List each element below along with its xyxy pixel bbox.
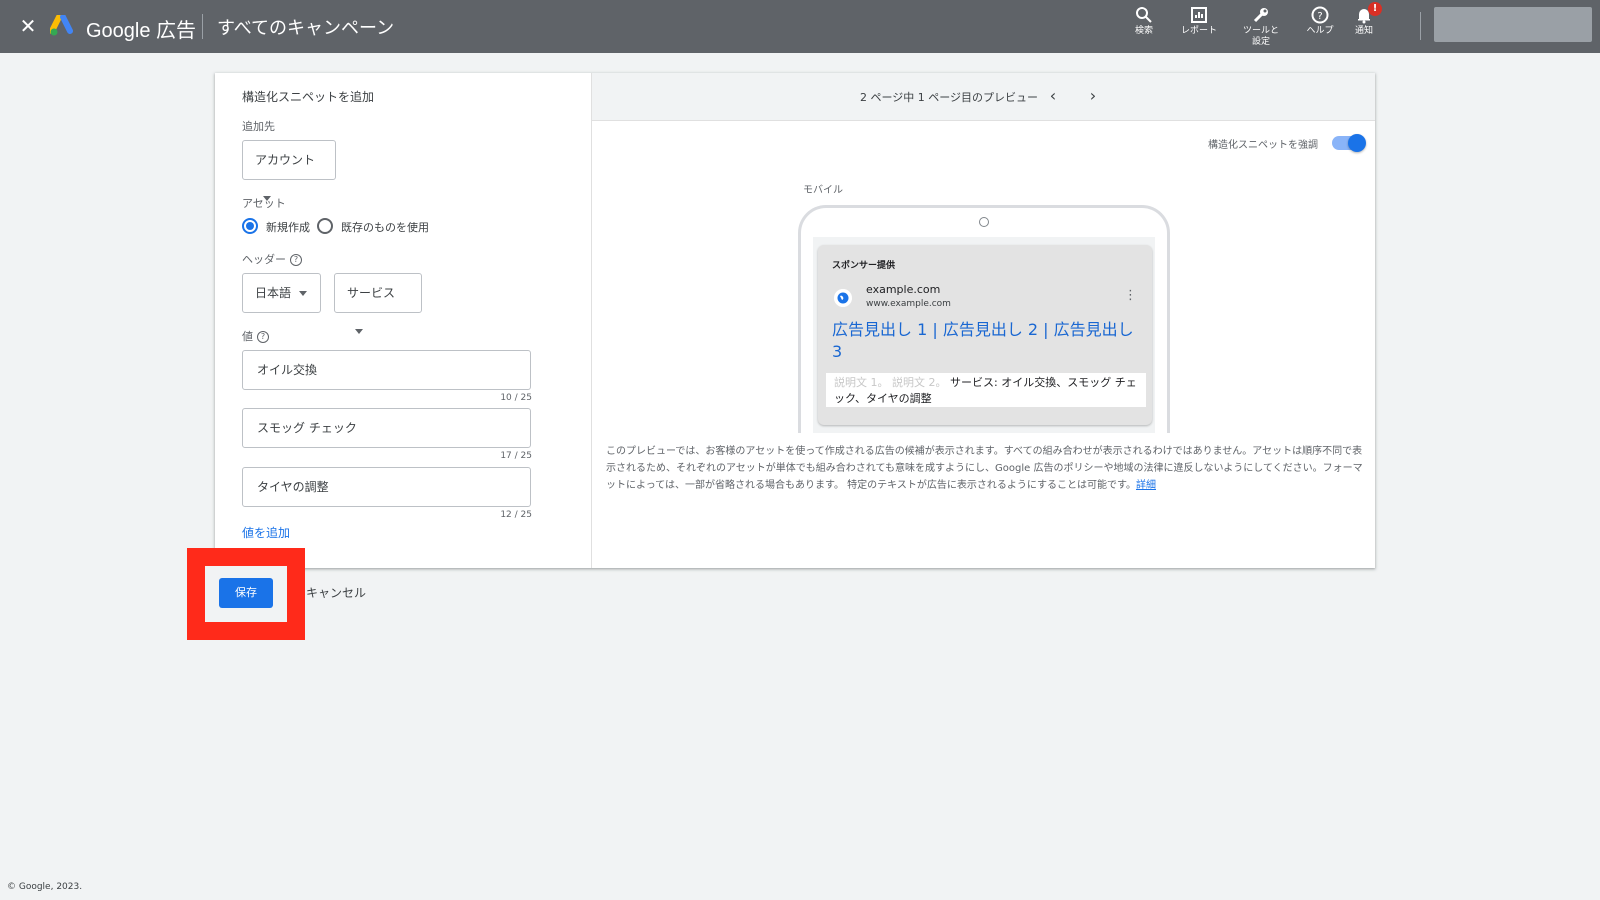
report-tool-button[interactable]: レポート bbox=[1170, 6, 1228, 50]
wrench-icon bbox=[1253, 8, 1268, 23]
value-input-3[interactable]: タイヤの調整 bbox=[242, 467, 531, 507]
radio-existing-label[interactable]: 既存のものを使用 bbox=[341, 219, 429, 235]
globe-icon bbox=[834, 289, 852, 307]
svg-text:?: ? bbox=[1317, 11, 1322, 22]
char-counter: 12 / 25 bbox=[500, 510, 532, 520]
save-button[interactable]: 保存 bbox=[219, 578, 273, 608]
value-input-1[interactable]: オイル交換 bbox=[242, 350, 531, 390]
emphasize-label: 構造化スニペットを強調 bbox=[1208, 140, 1318, 151]
snippet-form: 構造化スニペットを追加 追加先 アカウント アセット 新規作成 既存のものを使用… bbox=[215, 73, 592, 568]
add-to-label: 追加先 bbox=[242, 120, 275, 133]
close-icon[interactable]: ✕ bbox=[16, 14, 40, 38]
chevron-left-icon[interactable]: ‹ bbox=[1042, 85, 1064, 107]
header-label-row: ヘッダー? bbox=[242, 251, 302, 267]
breadcrumb[interactable]: すべてのキャンペーン bbox=[217, 14, 394, 40]
cancel-button[interactable]: キャンセル bbox=[306, 584, 366, 601]
camera-icon bbox=[979, 217, 989, 227]
notification-badge: ! bbox=[1368, 2, 1382, 16]
tool-label: 通知 bbox=[1354, 26, 1373, 36]
form-title: 構造化スニペットを追加 bbox=[242, 90, 375, 104]
caret-down-icon bbox=[299, 291, 308, 296]
phone-screen: スポンサー提供 example.com www.example.com ⋮ 広告… bbox=[813, 237, 1155, 433]
tool-label: 検索 bbox=[1134, 26, 1153, 36]
google-ads-logo bbox=[50, 15, 73, 36]
values-label: 値 bbox=[242, 330, 253, 343]
char-counter: 17 / 25 bbox=[500, 451, 532, 461]
brand-title[interactable]: Google 広告 bbox=[86, 14, 196, 43]
page-info: 2 ページ中 1 ページ目のプレビュー bbox=[860, 91, 1039, 104]
learn-more-link[interactable]: 詳細 bbox=[1136, 480, 1156, 491]
notifications-button[interactable]: ! 通知 bbox=[1335, 2, 1393, 50]
caret-down-icon bbox=[355, 329, 363, 334]
description-placeholder: 説明文 1。 説明文 2。 bbox=[834, 376, 947, 389]
values-label-row: 値? bbox=[242, 328, 269, 344]
ad-description: 説明文 1。 説明文 2。 サービス: オイル交換、スモッグ チェック、タイヤの… bbox=[826, 373, 1146, 407]
help-icon: ? bbox=[1311, 6, 1329, 24]
radio-existing[interactable] bbox=[317, 218, 333, 234]
char-counter: 10 / 25 bbox=[500, 393, 532, 403]
chevron-right-icon[interactable]: › bbox=[1082, 85, 1104, 107]
ad-preview: スポンサー提供 example.com www.example.com ⋮ 広告… bbox=[818, 245, 1152, 425]
language-dropdown[interactable]: 日本語 bbox=[242, 273, 321, 313]
tools-settings-button[interactable]: ツールと 設定 bbox=[1232, 6, 1290, 50]
preview-header: 2 ページ中 1 ページ目のプレビュー ‹ › bbox=[592, 73, 1375, 121]
copyright: © Google, 2023. bbox=[7, 882, 83, 892]
tool-label: レポート bbox=[1180, 26, 1217, 36]
add-to-value: アカウント bbox=[255, 153, 316, 167]
radio-new-label[interactable]: 新規作成 bbox=[266, 219, 310, 235]
value-input-2[interactable]: スモッグ チェック bbox=[242, 408, 531, 448]
ad-domain: example.com bbox=[866, 283, 941, 296]
language-value: 日本語 bbox=[255, 286, 292, 300]
top-bar: ✕ Google 広告 すべてのキャンペーン 検索 レポート ツールと 設定 ?… bbox=[0, 0, 1600, 53]
sponsored-label: スポンサー提供 bbox=[832, 261, 896, 271]
divider bbox=[1420, 12, 1421, 40]
more-vert-icon[interactable]: ⋮ bbox=[1124, 289, 1137, 303]
disclaimer-text: このプレビューでは、お客様のアセットを使って作成される広告の候補が表示されます。… bbox=[606, 446, 1363, 491]
preview-panel: 2 ページ中 1 ページ目のプレビュー ‹ › 構造化スニペットを強調 モバイル… bbox=[592, 73, 1375, 568]
add-value-link[interactable]: 値を追加 bbox=[242, 524, 290, 541]
radio-new[interactable] bbox=[242, 218, 258, 234]
header-dropdown[interactable]: サービス bbox=[334, 273, 422, 334]
divider bbox=[202, 14, 203, 39]
asset-label: アセット bbox=[242, 197, 286, 210]
help-icon[interactable]: ? bbox=[290, 254, 302, 266]
header-value: サービス bbox=[347, 286, 396, 300]
ad-url: www.example.com bbox=[866, 299, 951, 309]
phone-frame: スポンサー提供 example.com www.example.com ⋮ 広告… bbox=[798, 205, 1170, 433]
preview-disclaimer: このプレビューでは、お客様のアセットを使って作成される広告の候補が表示されます。… bbox=[606, 443, 1368, 494]
help-icon[interactable]: ? bbox=[257, 331, 269, 343]
header-label: ヘッダー bbox=[242, 253, 286, 266]
search-tool-button[interactable]: 検索 bbox=[1115, 6, 1173, 50]
search-icon bbox=[1136, 7, 1152, 23]
emphasize-toggle[interactable] bbox=[1332, 134, 1366, 152]
account-switcher[interactable] bbox=[1434, 7, 1592, 42]
add-to-dropdown[interactable]: アカウント bbox=[242, 140, 336, 201]
mobile-label: モバイル bbox=[803, 185, 843, 196]
tool-label: ツールと 設定 bbox=[1242, 26, 1279, 47]
ad-headline[interactable]: 広告見出し 1 | 広告見出し 2 | 広告見出し 3 bbox=[832, 319, 1138, 363]
structured-snippet-card: 構造化スニペットを追加 追加先 アカウント アセット 新規作成 既存のものを使用… bbox=[215, 73, 1375, 568]
report-icon bbox=[1191, 7, 1207, 23]
